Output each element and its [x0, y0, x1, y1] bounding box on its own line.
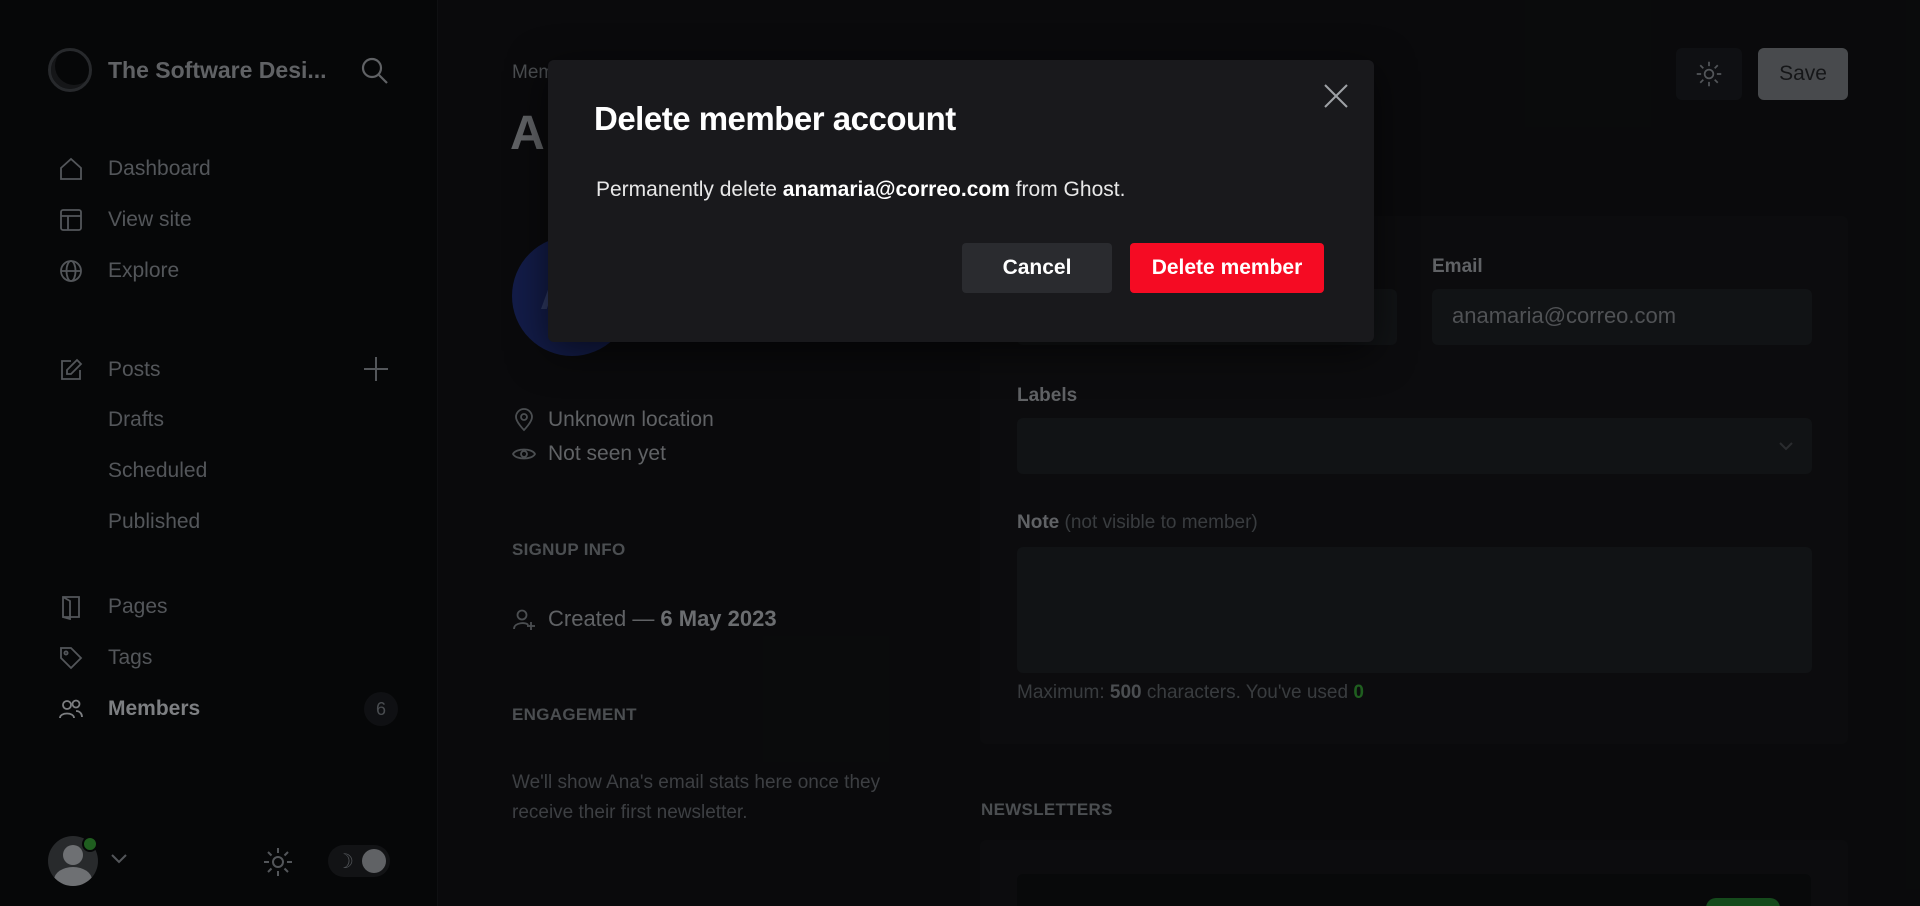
modal-title: Delete member account	[594, 100, 956, 137]
modal-body-suffix: from Ghost.	[1015, 178, 1126, 201]
cancel-button[interactable]: Cancel	[962, 243, 1112, 293]
modal-body: Permanently delete anamaria@correo.com f…	[596, 178, 1125, 202]
modal-body-prefix: Permanently delete	[596, 178, 777, 201]
delete-member-modal: Delete member account Permanently delete…	[548, 60, 1374, 342]
delete-member-button[interactable]: Delete member	[1130, 243, 1324, 293]
modal-body-email: anamaria@correo.com	[782, 178, 1010, 201]
close-icon[interactable]	[1322, 82, 1350, 115]
